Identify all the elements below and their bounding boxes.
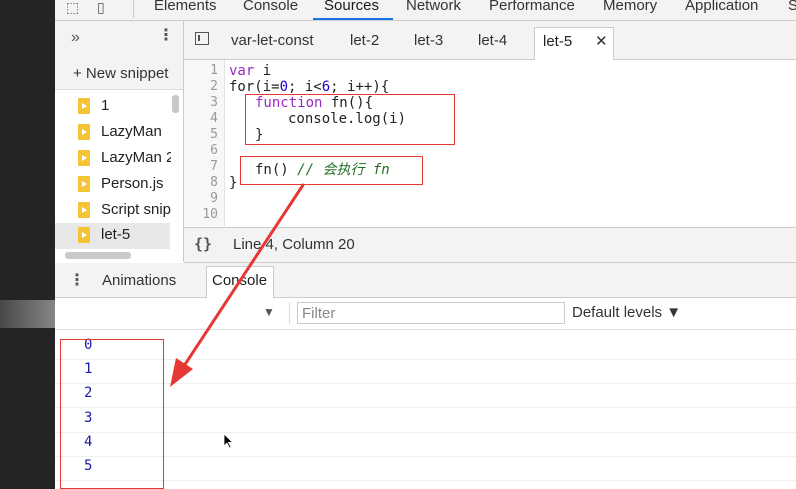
annotation-arrow-icon xyxy=(170,183,305,387)
